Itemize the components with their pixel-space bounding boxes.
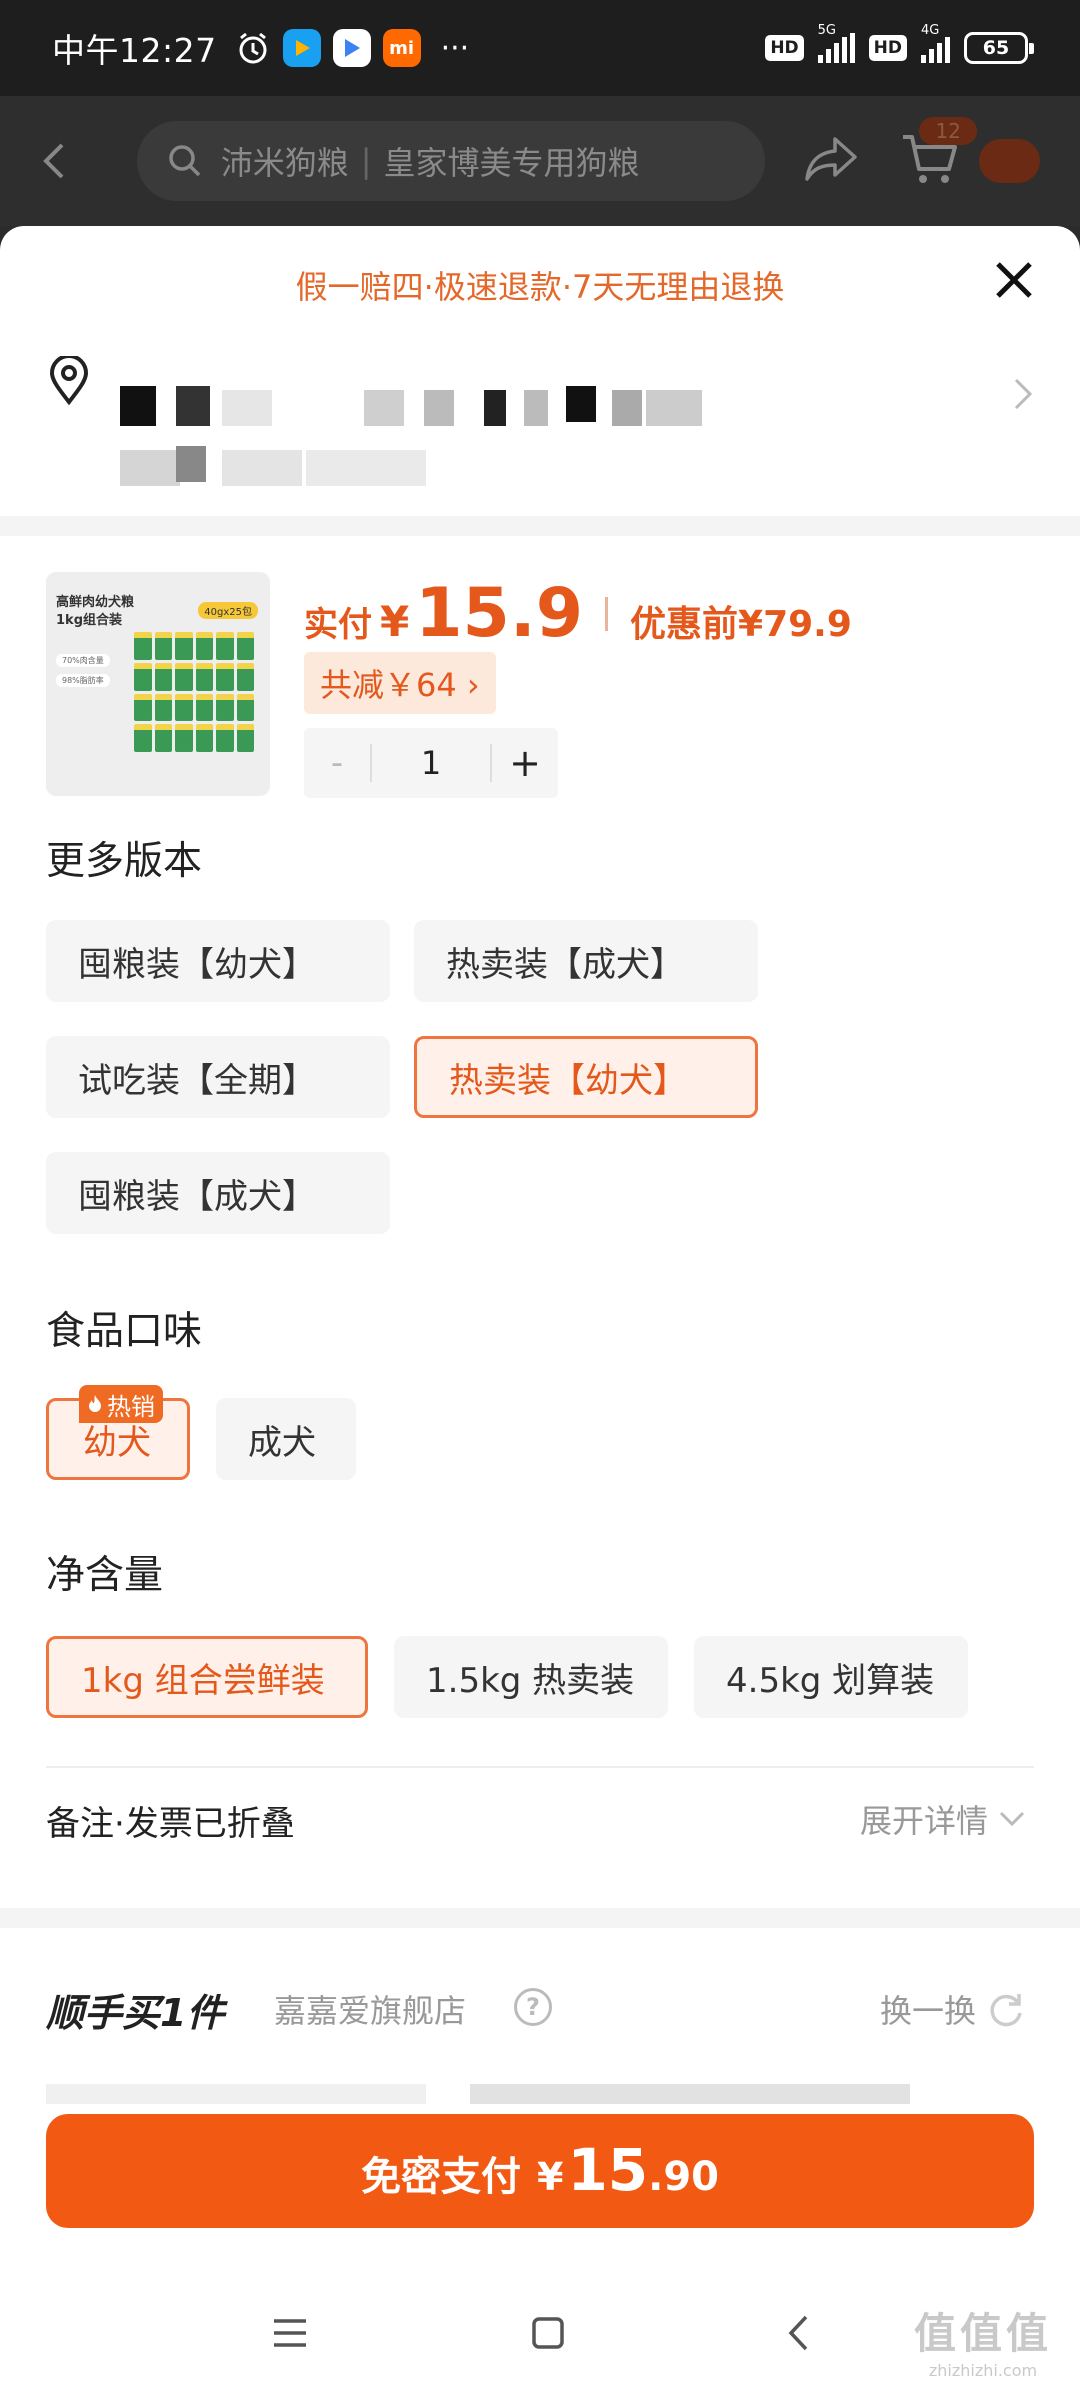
- pay-button-currency: ¥: [536, 2155, 564, 2199]
- search-term-2: 皇家博美专用狗粮: [383, 144, 640, 182]
- search-term-1: 沛米狗粮: [220, 144, 349, 182]
- version-option[interactable]: 试吃装【全期】: [46, 1036, 390, 1118]
- signal-4g-icon: 4G: [921, 23, 950, 63]
- quantity-stepper: - 1 +: [304, 728, 558, 798]
- share-icon[interactable]: [803, 135, 859, 187]
- product-thumbnail-badge: 40gx25包: [198, 602, 258, 619]
- swap-label: 换一换: [879, 1992, 976, 2030]
- version-option[interactable]: 囤粮装【幼犬】: [46, 920, 390, 1002]
- location-pin-icon: [49, 356, 89, 406]
- home-icon[interactable]: [530, 2315, 566, 2351]
- increase-button[interactable]: +: [492, 741, 558, 785]
- flavor-option-selected[interactable]: 幼犬 热销: [46, 1385, 190, 1480]
- pay-button[interactable]: 免密支付 ¥ 15 .90: [46, 2114, 1034, 2228]
- chevron-down-icon: [999, 1811, 1025, 1827]
- guarantee-banner: 假一赔四·极速退款·7天无理由退换: [295, 268, 785, 306]
- signal-5g-icon: 5G: [817, 23, 855, 63]
- product-thumbnail-feature-1: 70%肉含量: [56, 654, 110, 667]
- more-menu-icon[interactable]: ···: [979, 139, 1040, 183]
- search-icon: [168, 145, 200, 177]
- price-divider: [605, 596, 609, 631]
- addon-item-peek-text: [470, 2084, 910, 2104]
- pay-button-label: 免密支付: [360, 2154, 521, 2200]
- mi-icon: mi: [382, 29, 421, 67]
- chevron-right-icon: [1014, 378, 1033, 410]
- expand-details-button[interactable]: 展开详情: [860, 1796, 1026, 1842]
- remark-invoice-label: 备注·发票已折叠: [46, 1804, 295, 1844]
- close-icon[interactable]: [990, 256, 1038, 304]
- help-icon[interactable]: ?: [514, 1988, 552, 2026]
- swap-button[interactable]: 换一换: [880, 1986, 1026, 2032]
- product-thumbnail-title: 高鲜肉幼犬粮 1kg组合装: [56, 595, 135, 628]
- back-icon[interactable]: [786, 2313, 810, 2353]
- flame-icon: [89, 1395, 101, 1412]
- watermark: 值值值 zhizhizhi.com: [913, 2309, 1052, 2380]
- net-weight-title: 净含量: [46, 1553, 164, 1598]
- expand-details-label: 展开详情: [859, 1802, 988, 1840]
- status-bar: 中午12:27 mi ··· HD 5G HD 4G 65: [0, 0, 1080, 96]
- pay-label: 实付: [304, 605, 372, 645]
- back-arrow-icon[interactable]: [40, 141, 77, 181]
- versions-title: 更多版本: [46, 839, 203, 884]
- status-time: 中午12:27: [52, 31, 217, 70]
- net-weight-option[interactable]: 4.5kg 划算装: [694, 1636, 968, 1718]
- more-notifications-icon: ···: [440, 30, 470, 66]
- product-thumbnail[interactable]: 高鲜肉幼犬粮 1kg组合装 40gx25包 70%肉含量 98%脂肪率: [46, 572, 270, 796]
- pay-button-amount-decimal: .90: [648, 2154, 720, 2200]
- play-store-icon: [332, 29, 371, 67]
- menu-icon[interactable]: [270, 2317, 310, 2349]
- version-option[interactable]: 囤粮装【成犬】: [46, 1152, 390, 1234]
- search-bar[interactable]: 沛米狗粮 | 皇家博美专用狗粮: [136, 121, 766, 201]
- version-option-selected[interactable]: 热卖装【幼犬】: [414, 1036, 758, 1118]
- sku-selection-sheet: 假一赔四·极速退款·7天无理由退换 高鲜肉幼犬粮 1kg组合装 40gx25包: [0, 226, 1080, 2400]
- hd-icon-2: HD: [868, 35, 907, 61]
- address-row[interactable]: [46, 356, 1036, 486]
- pay-price: 15.9: [415, 574, 584, 653]
- addon-item-peek: [46, 2084, 426, 2104]
- video-app-icon: [282, 29, 321, 67]
- before-discount-price: ¥79.9: [738, 604, 852, 645]
- product-thumbnail-feature-2: 98%脂肪率: [56, 674, 110, 687]
- decrease-button[interactable]: -: [304, 743, 370, 783]
- product-pack-illustration: [134, 632, 254, 752]
- discount-badge[interactable]: 共减￥64 ›: [304, 652, 496, 714]
- battery-icon: 65: [964, 32, 1034, 64]
- hd-icon: HD: [765, 35, 804, 61]
- pay-button-amount-integer: 15: [567, 2136, 649, 2204]
- background-nav: 沛米狗粮 | 皇家博美专用狗粮 12 ···: [0, 96, 1080, 226]
- cart-count-badge: 12: [919, 117, 977, 145]
- section-divider: [0, 516, 1080, 536]
- price-row: 实付 ¥ 15.9 优惠前 ¥79.9: [304, 574, 852, 653]
- net-weight-option-selected[interactable]: 1kg 组合尝鲜装: [46, 1636, 368, 1718]
- flavor-option[interactable]: 成犬: [216, 1398, 356, 1480]
- quantity-value[interactable]: 1: [372, 744, 490, 782]
- addon-title: 顺手买1件: [46, 1991, 225, 2035]
- section-divider: [0, 1908, 1080, 1928]
- cart-icon[interactable]: 12: [899, 117, 977, 191]
- divider: [46, 1766, 1034, 1768]
- addon-shop-name[interactable]: 嘉嘉爱旗舰店: [274, 1986, 466, 2032]
- alarm-icon: [239, 32, 267, 64]
- hot-sale-badge: 热销: [79, 1385, 163, 1423]
- flavor-title: 食品口味: [46, 1309, 203, 1354]
- currency-symbol: ¥: [380, 597, 410, 646]
- before-discount-label: 优惠前: [630, 604, 739, 645]
- refresh-icon: [990, 1994, 1022, 2027]
- version-option[interactable]: 热卖装【成犬】: [414, 920, 758, 1002]
- net-weight-option[interactable]: 1.5kg 热卖装: [394, 1636, 668, 1718]
